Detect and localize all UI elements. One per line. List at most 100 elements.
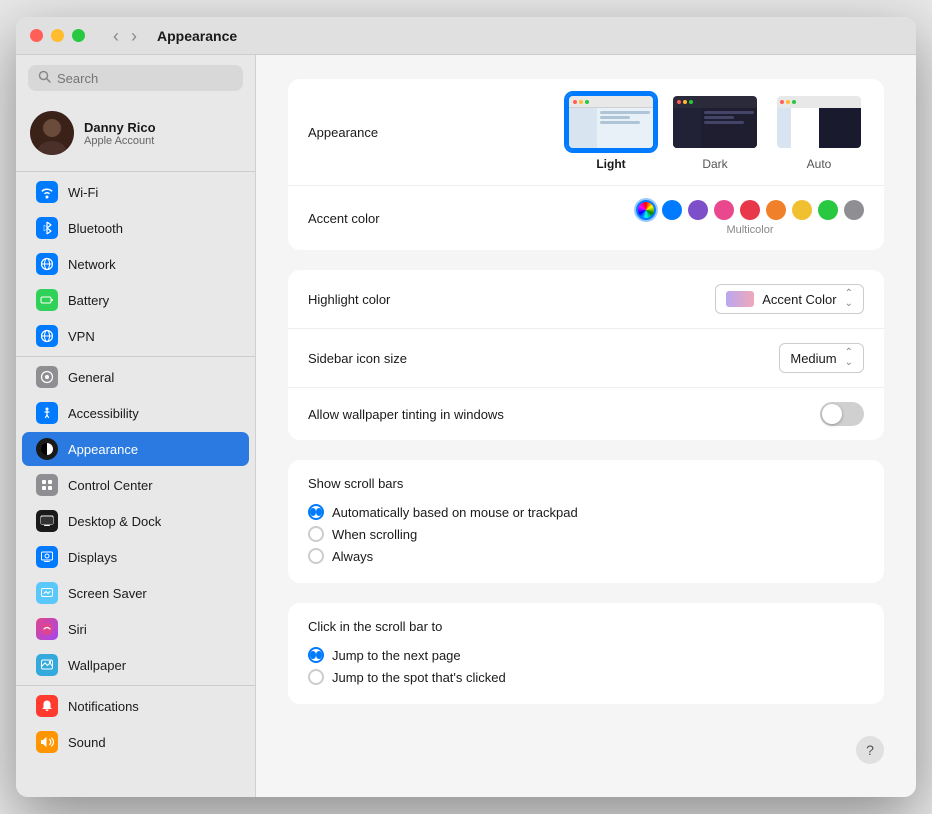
sidebar-item-bluetooth[interactable]: Bluetooth [22, 211, 249, 245]
accent-red[interactable] [740, 200, 760, 220]
sidebar-item-siri[interactable]: Siri [22, 612, 249, 646]
highlight-color-control: Accent Color ⌃⌄ [508, 284, 864, 314]
wifi-icon [36, 181, 58, 203]
scroll-scrolling-radio[interactable] [308, 526, 324, 542]
scroll-auto-option[interactable]: Automatically based on mouse or trackpad [308, 501, 864, 523]
sidebar-icon-size-label: Sidebar icon size [308, 351, 508, 366]
maximize-button[interactable] [72, 29, 85, 42]
wallpaper-icon [36, 654, 58, 676]
sidebar-item-label-controlcenter: Control Center [68, 478, 153, 493]
sidebar-item-notifications[interactable]: Notifications [22, 689, 249, 723]
sidebar-item-network[interactable]: Network [22, 247, 249, 281]
highlight-swatch [726, 291, 754, 307]
appearance-dark-option[interactable]: Dark [670, 93, 760, 171]
sidebar-item-wallpaper[interactable]: Wallpaper [22, 648, 249, 682]
sidebar-item-label-notifications: Notifications [68, 699, 139, 714]
highlight-color-row: Highlight color Accent Color ⌃⌄ [288, 270, 884, 329]
accent-multicolor[interactable] [636, 200, 656, 220]
appearance-light-label: Light [596, 157, 625, 171]
click-next-page-label: Jump to the next page [332, 648, 461, 663]
appearance-row-control: Light [508, 93, 864, 171]
sidebar-item-label-sound: Sound [68, 735, 106, 750]
accent-graphite[interactable] [844, 200, 864, 220]
accent-blue[interactable] [662, 200, 682, 220]
scroll-scrolling-option[interactable]: When scrolling [308, 523, 864, 545]
sidebar-icon-size-row: Sidebar icon size Medium ⌃⌄ [288, 329, 884, 388]
scroll-auto-radio[interactable] [308, 504, 324, 520]
sound-icon [36, 731, 58, 753]
scroll-always-option[interactable]: Always [308, 545, 864, 567]
accent-green[interactable] [818, 200, 838, 220]
search-box[interactable] [28, 65, 243, 91]
close-button[interactable] [30, 29, 43, 42]
appearance-row-label: Appearance [308, 125, 508, 140]
bluetooth-icon [36, 217, 58, 239]
wallpaper-tinting-control [508, 402, 864, 426]
sidebar-item-desktop[interactable]: Desktop & Dock [22, 504, 249, 538]
battery-icon [36, 289, 58, 311]
desktop-icon [36, 510, 58, 532]
dropdown-arrows: ⌃⌄ [845, 289, 853, 309]
appearance-light-thumb [566, 93, 656, 151]
wallpaper-tinting-toggle[interactable] [820, 402, 864, 426]
accent-color-control: Multicolor [508, 200, 864, 236]
sidebar-item-vpn[interactable]: VPN [22, 319, 249, 353]
appearance-auto-option[interactable]: Auto [774, 93, 864, 171]
back-button[interactable]: ‹ [109, 27, 123, 45]
click-next-page-radio[interactable] [308, 647, 324, 663]
network-icon [36, 253, 58, 275]
sidebar-item-battery[interactable]: Battery [22, 283, 249, 317]
appearance-options: Light [566, 93, 864, 171]
scroll-always-radio[interactable] [308, 548, 324, 564]
appearance-dark-thumb [670, 93, 760, 151]
navigation-buttons: ‹ › [109, 27, 141, 45]
click-scroll-group: Click in the scroll bar to Jump to the n… [288, 603, 884, 704]
click-scroll-section: Click in the scroll bar to Jump to the n… [288, 603, 884, 704]
notifications-icon [36, 695, 58, 717]
sidebar-item-wifi[interactable]: Wi-Fi [22, 175, 249, 209]
highlight-color-label: Highlight color [308, 292, 508, 307]
click-next-page-option[interactable]: Jump to the next page [308, 644, 864, 666]
sidebar-item-general[interactable]: General [22, 360, 249, 394]
click-spot-radio[interactable] [308, 669, 324, 685]
sidebar-item-displays[interactable]: Displays [22, 540, 249, 574]
sidebar-item-label-appearance: Appearance [68, 442, 138, 457]
accent-pink[interactable] [714, 200, 734, 220]
accent-orange[interactable] [766, 200, 786, 220]
click-scroll-title: Click in the scroll bar to [308, 619, 864, 634]
sidebar-item-screensaver[interactable]: Screen Saver [22, 576, 249, 610]
sidebar-icon-size-dropdown[interactable]: Medium ⌃⌄ [779, 343, 864, 373]
scroll-bars-section: Show scroll bars Automatically based on … [288, 460, 884, 583]
help-button[interactable]: ? [856, 736, 884, 764]
sidebar-item-label-general: General [68, 370, 114, 385]
forward-button[interactable]: › [127, 27, 141, 45]
user-profile[interactable]: Danny Rico Apple Account [16, 101, 255, 169]
sidebar-divider-2 [16, 356, 255, 357]
highlight-color-dropdown[interactable]: Accent Color ⌃⌄ [715, 284, 864, 314]
search-input[interactable] [57, 71, 233, 86]
accent-purple[interactable] [688, 200, 708, 220]
user-name: Danny Rico [84, 120, 156, 135]
accent-color-label: Accent color [308, 211, 508, 226]
siri-icon [36, 618, 58, 640]
appearance-light-option[interactable]: Light [566, 93, 656, 171]
minimize-button[interactable] [51, 29, 64, 42]
avatar [30, 111, 74, 155]
accessibility-icon [36, 402, 58, 424]
sidebar-item-accessibility[interactable]: Accessibility [22, 396, 249, 430]
appearance-auto-thumb [774, 93, 864, 151]
sidebar-item-controlcenter[interactable]: Control Center [22, 468, 249, 502]
accent-yellow[interactable] [792, 200, 812, 220]
color-section: Multicolor [636, 200, 864, 236]
sidebar-item-label-network: Network [68, 257, 116, 272]
wallpaper-tinting-label: Allow wallpaper tinting in windows [308, 407, 508, 422]
appearance-auto-label: Auto [807, 157, 832, 171]
sidebar-item-sound[interactable]: Sound [22, 725, 249, 759]
sidebar-item-label-displays: Displays [68, 550, 117, 565]
sidebar-item-label-battery: Battery [68, 293, 109, 308]
click-spot-option[interactable]: Jump to the spot that's clicked [308, 666, 864, 688]
sidebar-item-label-wifi: Wi-Fi [68, 185, 98, 200]
sidebar-item-appearance[interactable]: Appearance [22, 432, 249, 466]
click-spot-label: Jump to the spot that's clicked [332, 670, 506, 685]
accent-color-row: Accent color [288, 186, 884, 250]
